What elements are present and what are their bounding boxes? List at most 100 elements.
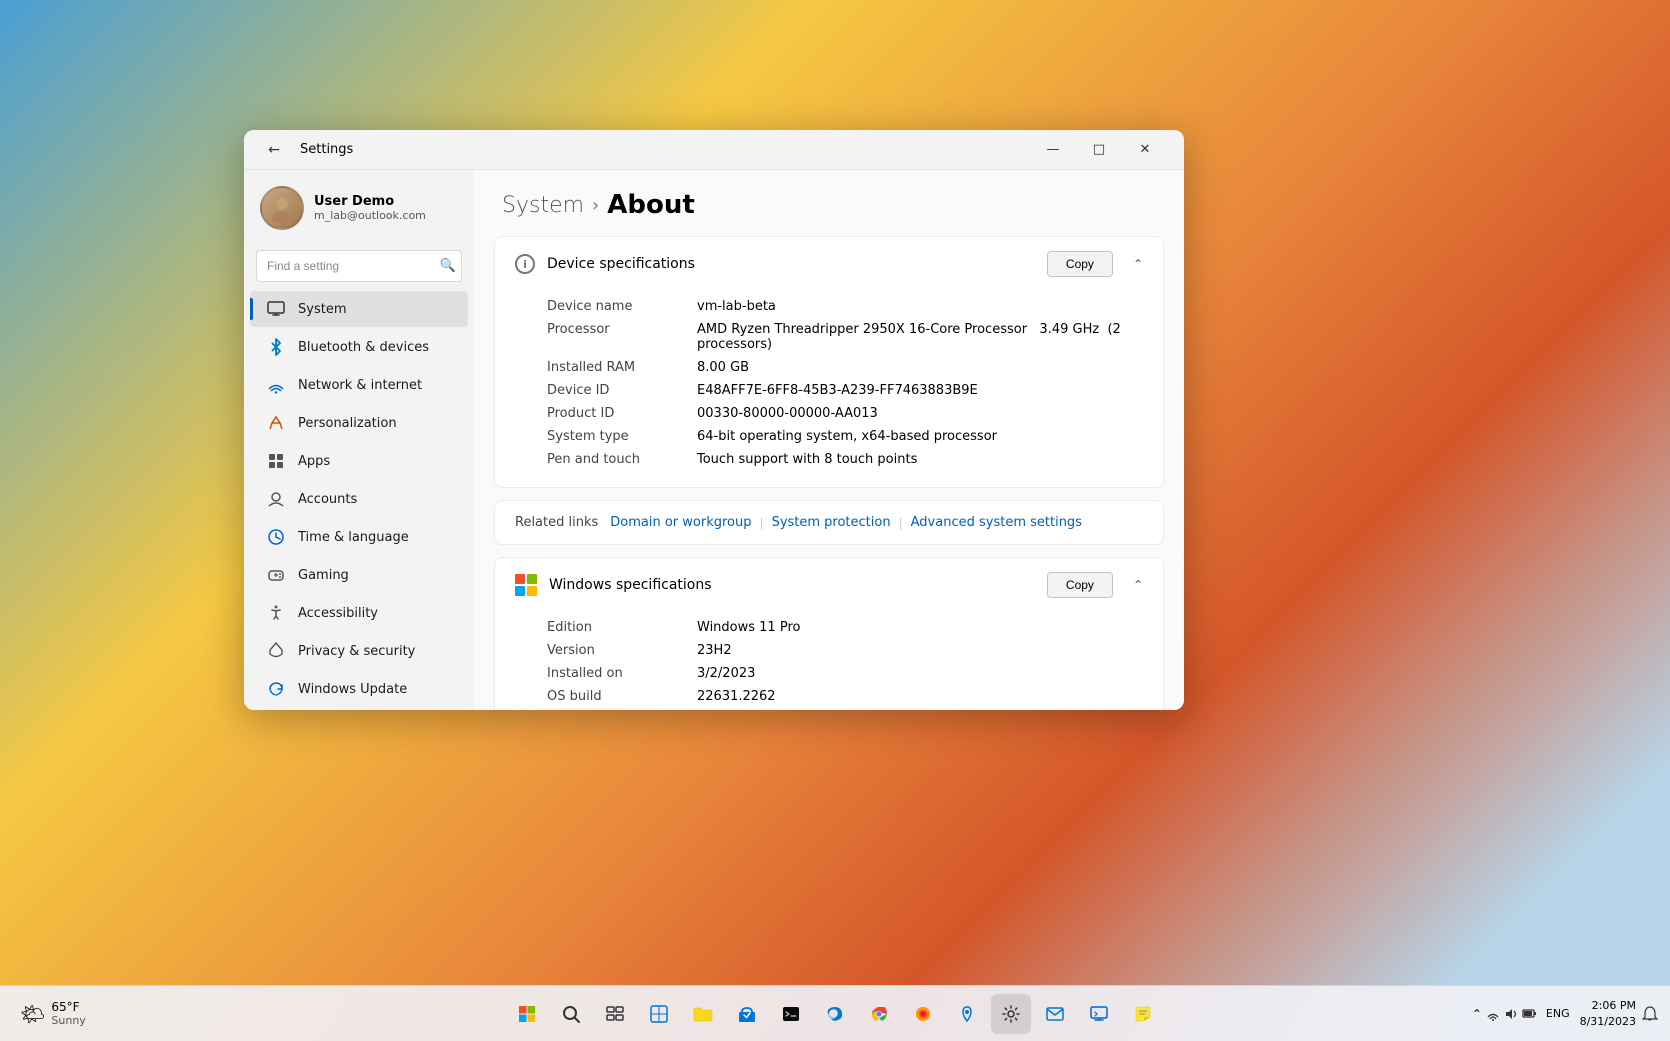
spec-label-system-type: System type	[547, 429, 677, 444]
device-specs-copy-button[interactable]: Copy	[1047, 251, 1113, 277]
language-indicator[interactable]: ENG	[1542, 1007, 1574, 1020]
window-controls: — □ ✕	[1030, 134, 1168, 166]
windows-specs-section: Windows specifications Copy ⌃ Edition Wi…	[494, 557, 1164, 710]
device-specs-body: Device name vm-lab-beta Processor AMD Ry…	[495, 291, 1163, 487]
settings-window: ← Settings — □ ✕	[244, 130, 1184, 710]
firefox-button[interactable]	[903, 994, 943, 1034]
mail-button[interactable]	[1035, 994, 1075, 1034]
sidebar-label-gaming: Gaming	[298, 568, 349, 583]
taskbar-right: ⌃ ENG 2:06 PM 8/31/202	[1472, 998, 1658, 1029]
sidebar-item-network[interactable]: Network & internet	[250, 367, 468, 403]
spec-label-ram: Installed RAM	[547, 360, 677, 375]
window-title: Settings	[300, 142, 353, 157]
start-button[interactable]	[507, 994, 547, 1034]
related-sep-1: |	[760, 516, 764, 530]
edge-button[interactable]	[815, 994, 855, 1034]
related-link-advanced[interactable]: Advanced system settings	[911, 515, 1082, 530]
maps-button[interactable]	[947, 994, 987, 1034]
widgets-button[interactable]	[639, 994, 679, 1034]
device-specs-title: Device specifications	[547, 256, 1035, 272]
spec-label-processor: Processor	[547, 322, 677, 352]
taskbar-settings-button[interactable]	[991, 994, 1031, 1034]
spec-row-installed-on: Installed on 3/2/2023	[547, 662, 1143, 685]
related-link-protection[interactable]: System protection	[772, 515, 891, 530]
window-body: User Demo m_lab@outlook.com 🔍	[244, 170, 1184, 710]
sidebar-item-accounts[interactable]: Accounts	[250, 481, 468, 517]
sidebar-label-privacy: Privacy & security	[298, 644, 415, 659]
spec-row-pen-touch: Pen and touch Touch support with 8 touch…	[547, 448, 1143, 471]
page-title: About	[607, 190, 695, 220]
user-section[interactable]: User Demo m_lab@outlook.com	[244, 178, 474, 246]
weather-icon: 🌤	[20, 1002, 45, 1026]
sidebar-item-bluetooth[interactable]: Bluetooth & devices	[250, 329, 468, 365]
system-tray[interactable]: ⌃	[1472, 1007, 1536, 1021]
spec-value-processor: AMD Ryzen Threadripper 2950X 16-Core Pro…	[697, 322, 1143, 352]
tray-chevron-icon[interactable]: ⌃	[1472, 1007, 1482, 1021]
spec-row-product-id: Product ID 00330-80000-00000-AA013	[547, 402, 1143, 425]
search-input[interactable]	[256, 250, 462, 282]
remote-desktop-button[interactable]	[1079, 994, 1119, 1034]
file-explorer-button[interactable]	[683, 994, 723, 1034]
windows-specs-header[interactable]: Windows specifications Copy ⌃	[495, 558, 1163, 612]
sidebar-label-update: Windows Update	[298, 682, 407, 697]
sidebar-label-bluetooth: Bluetooth & devices	[298, 340, 429, 355]
search-box: 🔍	[256, 250, 462, 282]
username: User Demo	[314, 194, 426, 209]
taskview-button[interactable]	[595, 994, 635, 1034]
page-header: System › About	[474, 170, 1184, 236]
sidebar-item-apps[interactable]: Apps	[250, 443, 468, 479]
chrome-button[interactable]	[859, 994, 899, 1034]
device-specs-section: i Device specifications Copy ⌃ Device na…	[494, 236, 1164, 488]
taskbar-search-button[interactable]	[551, 994, 591, 1034]
related-link-domain[interactable]: Domain or workgroup	[610, 515, 751, 530]
network-tray-icon	[1486, 1007, 1500, 1021]
taskbar-clock[interactable]: 2:06 PM 8/31/2023	[1580, 998, 1636, 1029]
apps-icon	[266, 451, 286, 471]
system-icon	[266, 299, 286, 319]
sidebar-label-network: Network & internet	[298, 378, 422, 393]
weather-condition: Sunny	[51, 1014, 85, 1027]
sidebar-item-time[interactable]: Time & language	[250, 519, 468, 555]
sticky-notes-button[interactable]	[1123, 994, 1163, 1034]
maximize-button[interactable]: □	[1076, 134, 1122, 166]
title-bar-nav: ←	[260, 136, 288, 164]
sidebar-item-update[interactable]: Windows Update	[250, 671, 468, 707]
spec-row-version: Version 23H2	[547, 639, 1143, 662]
windows-specs-body: Edition Windows 11 Pro Version 23H2 Inst…	[495, 612, 1163, 710]
minimize-button[interactable]: —	[1030, 134, 1076, 166]
taskbar-weather[interactable]: 🌤 65°F Sunny	[12, 996, 94, 1031]
spec-label-device-name: Device name	[547, 299, 677, 314]
terminal-button[interactable]	[771, 994, 811, 1034]
spec-row-os-build: OS build 22631.2262	[547, 685, 1143, 708]
avatar	[260, 186, 304, 230]
spec-label-pen-touch: Pen and touch	[547, 452, 677, 467]
device-specs-chevron: ⌃	[1133, 257, 1143, 271]
sidebar-item-system[interactable]: System	[250, 291, 468, 327]
back-button[interactable]: ←	[260, 136, 288, 164]
sidebar-label-accessibility: Accessibility	[298, 606, 378, 621]
sidebar-item-gaming[interactable]: Gaming	[250, 557, 468, 593]
gaming-icon	[266, 565, 286, 585]
sidebar-item-personalization[interactable]: Personalization	[250, 405, 468, 441]
spec-value-installed-on: 3/2/2023	[697, 666, 1143, 681]
device-specs-header[interactable]: i Device specifications Copy ⌃	[495, 237, 1163, 291]
sidebar-label-personalization: Personalization	[298, 416, 397, 431]
desktop: ← Settings — □ ✕	[0, 0, 1670, 1041]
breadcrumb-separator: ›	[592, 195, 599, 216]
windows-specs-copy-button[interactable]: Copy	[1047, 572, 1113, 598]
sidebar: User Demo m_lab@outlook.com 🔍	[244, 170, 474, 710]
taskbar-left: 🌤 65°F Sunny	[12, 996, 94, 1031]
store-button[interactable]	[727, 994, 767, 1034]
accessibility-icon	[266, 603, 286, 623]
sidebar-item-accessibility[interactable]: Accessibility	[250, 595, 468, 631]
breadcrumb-parent[interactable]: System	[502, 193, 584, 218]
personalization-icon	[266, 413, 286, 433]
search-icon[interactable]: 🔍	[440, 259, 456, 274]
spec-label-version: Version	[547, 643, 677, 658]
notification-bell-icon[interactable]	[1642, 1006, 1658, 1022]
close-button[interactable]: ✕	[1122, 134, 1168, 166]
sidebar-item-privacy[interactable]: Privacy & security	[250, 633, 468, 669]
spec-value-version: 23H2	[697, 643, 1143, 658]
spec-label-product-id: Product ID	[547, 406, 677, 421]
spec-row-ram: Installed RAM 8.00 GB	[547, 356, 1143, 379]
